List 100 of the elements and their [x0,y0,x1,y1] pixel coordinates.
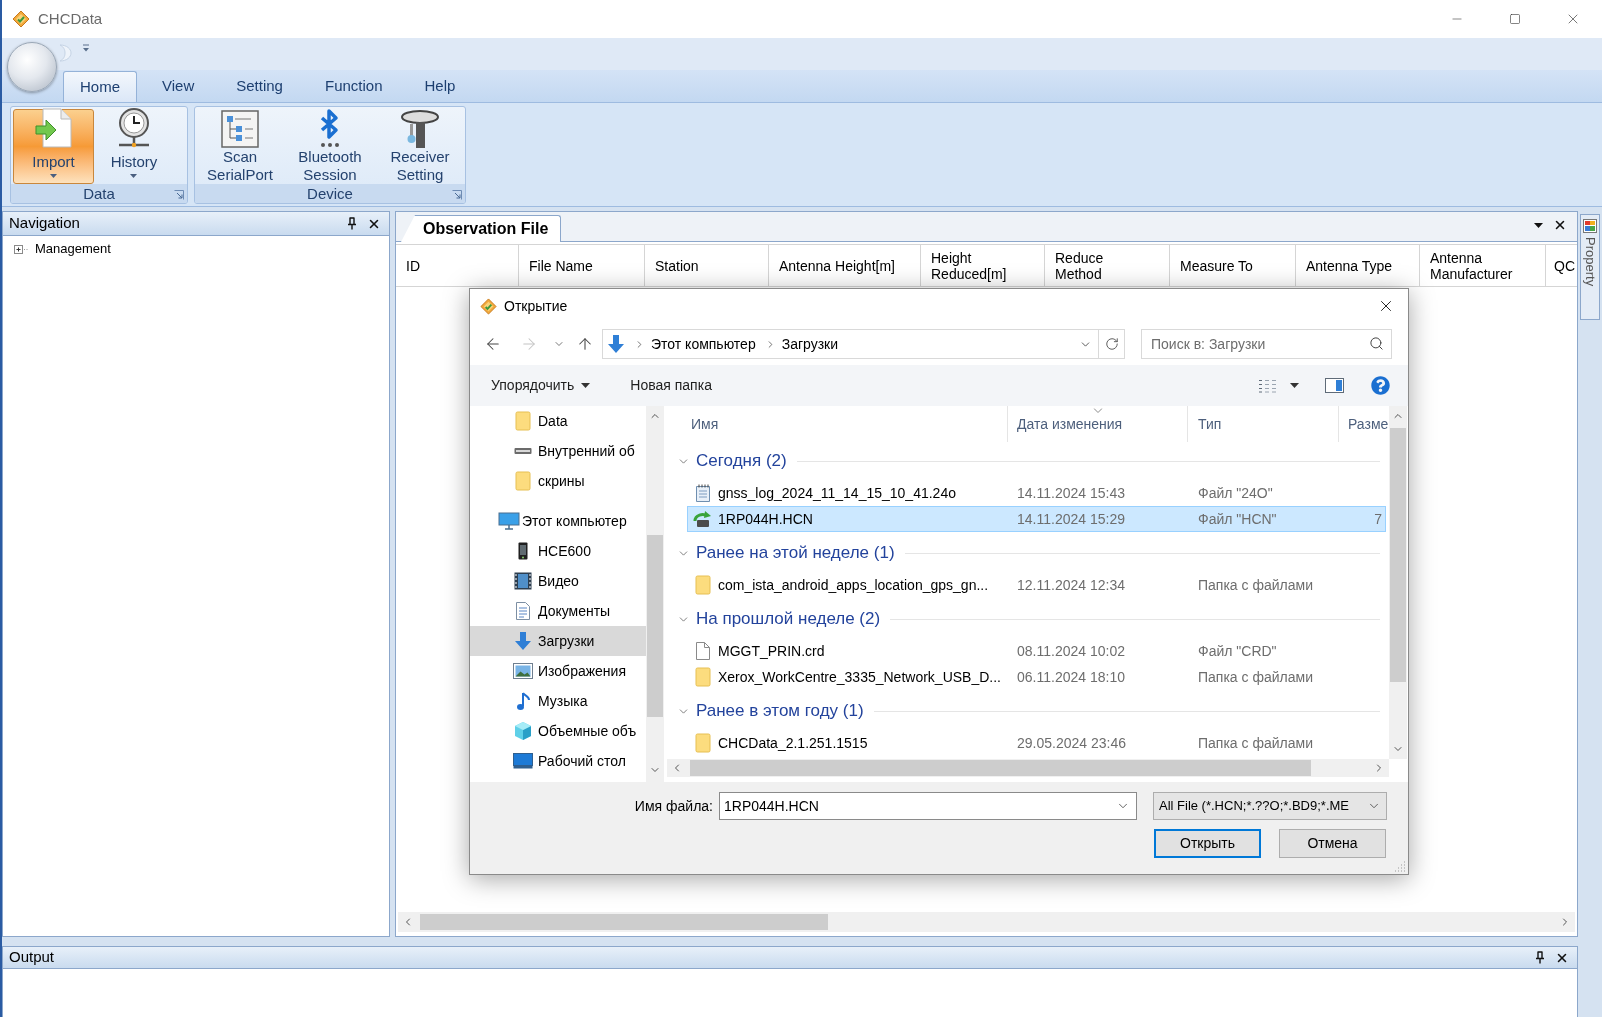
close-icon[interactable] [1553,218,1567,232]
pin-icon[interactable] [1535,951,1545,964]
file-type-dropdown[interactable]: All File (*.HCN;*.??O;*.BD9;*.ME [1153,792,1387,820]
breadcrumb-item[interactable]: Загрузки [781,333,839,355]
column-header[interactable]: Measure To [1170,245,1296,286]
ribbon-tab[interactable]: Function [307,71,400,102]
file-row[interactable]: gnss_log_2024_11_14_15_10_41.24o 14.11.2024 15:43 Файл "24O" [687,480,1386,506]
column-header[interactable]: ID [396,245,519,286]
expand-icon[interactable] [14,244,28,254]
tree-item[interactable]: Management [35,239,111,259]
navigation-item[interactable]: Видео [470,566,646,596]
phone-icon [518,542,528,560]
horizontal-scrollbar[interactable] [398,912,1575,932]
navigation-item[interactable]: Документы [470,596,646,626]
breadcrumb-item[interactable]: Этот компьютер [651,333,756,355]
resize-grip-icon[interactable] [1395,861,1406,872]
ribbon-button[interactable]: Scan SerialPort [197,109,283,184]
column-header[interactable]: File Name [519,245,645,286]
ribbon-button[interactable]: Receiver Setting [377,109,463,184]
ribbon-button[interactable]: Import [13,109,94,184]
navigation-item[interactable]: Внутренний об [470,436,646,466]
curved-arrow-icon [693,510,713,528]
property-tab[interactable]: Property [1580,214,1600,320]
file-row[interactable]: MGGT_PRIN.crd 08.11.2024 10:02 Файл "CRD" [687,638,1386,664]
column-header[interactable]: Height Reduced[m] [921,245,1045,286]
file-date: 06.11.2024 18:10 [1016,667,1126,687]
horizontal-scrollbar[interactable] [667,759,1389,777]
vertical-scrollbar[interactable] [646,406,664,782]
document-tab[interactable]: Observation File [401,215,562,242]
ribbon-button[interactable]: Bluetooth Session [287,109,373,184]
column-header[interactable]: Antenna Manufacturer [1420,245,1546,286]
column-header[interactable]: Antenna Type [1296,245,1420,286]
desktop-icon [513,753,533,769]
group-header[interactable]: На прошлой неделе (2) [677,606,881,632]
app-logo-icon [480,297,497,315]
refresh-icon[interactable] [1105,337,1119,351]
group-header[interactable]: Сегодня (2) [677,448,787,474]
navigation-item[interactable]: HCE600 [470,536,646,566]
file-row[interactable]: 1RP044H.HCN 14.11.2024 15:29 Файл "HCN" 7 [687,506,1386,532]
file-name-field[interactable]: 1RP044H.HCN [719,792,1137,820]
navigation-item[interactable]: Data [470,406,646,436]
maximize-icon [1509,13,1521,25]
navigation-item[interactable]: Объемные объ [470,716,646,746]
navigation-item[interactable]: Рабочий стол [470,746,646,776]
column-header[interactable]: Имя [667,406,1008,442]
music-note-icon [516,691,530,711]
ribbon-tab[interactable]: View [145,71,212,102]
view-menu-button[interactable] [1258,378,1299,393]
import-file-icon [34,108,73,148]
notepad-icon [695,484,711,502]
column-header[interactable]: Station [645,245,769,286]
file-row[interactable]: CHCData_2.1.251.1515 29.05.2024 23:46 Папка с файлами [687,730,1386,756]
navigation-item[interactable]: Загрузки [470,626,646,656]
new-folder-button[interactable]: Новая папка [630,375,712,396]
column-header[interactable]: Дата изменения [1008,406,1188,442]
corner-arrow-icon[interactable] [174,190,184,200]
preview-pane-icon[interactable] [1325,378,1344,393]
group-label: Data [83,184,115,203]
scrollbar-thumb[interactable] [420,914,828,930]
cube-icon [513,721,533,741]
document-icon [515,602,531,620]
address-bar[interactable]: Этот компьютер Загрузки [602,329,1125,359]
document-icon [696,642,710,660]
dialog-button[interactable]: Отмена [1279,829,1386,858]
column-header[interactable]: Reduce Method [1045,245,1170,286]
scrollbar-thumb[interactable] [690,760,1311,776]
search-field[interactable]: Поиск в: Загрузки [1141,329,1392,359]
download-arrow-icon [514,631,532,651]
pin-icon[interactable] [347,217,357,230]
ribbon-button[interactable]: History [98,109,170,184]
column-header[interactable]: QC [1546,245,1577,286]
navigation-item[interactable]: Музыка [470,686,646,716]
file-type: Папка с файлами [1197,733,1314,753]
dropdown-arrow-icon[interactable] [1534,222,1543,228]
dialog-button[interactable]: Открыть [1154,829,1261,858]
ribbon-tab[interactable]: Help [407,71,473,102]
navigation-item[interactable]: Изображения [470,656,646,686]
scrollbar-thumb[interactable] [647,535,663,717]
column-header[interactable]: Тип [1188,406,1339,442]
ribbon-tab[interactable]: Setting [219,71,300,102]
file-type: Папка с файлами [1197,667,1314,687]
column-header[interactable]: Antenna Height[m] [769,245,921,286]
navigation-item[interactable]: Этот компьютер [470,506,646,536]
group-header[interactable]: Ранее в этом году (1) [677,698,864,724]
group-header[interactable]: Ранее на этой неделе (1) [677,540,895,566]
scrollbar-thumb[interactable] [1390,428,1406,682]
file-date: 14.11.2024 15:29 [1016,509,1126,529]
organize-button[interactable]: Упорядочить [491,375,591,396]
file-row[interactable]: Xerox_WorkCentre_3335_Network_USB_D... 06.11.2024 18:10 Папка с файлами [687,664,1386,690]
file-row[interactable]: com_ista_android_apps_location_gps_gn... 12.11.2024 12:34 Папка с файлами [687,572,1386,598]
caret-icon[interactable] [82,44,90,52]
arc-icon[interactable] [58,44,72,62]
corner-arrow-icon[interactable] [452,190,462,200]
file-type: Папка с файлами [1197,575,1314,595]
download-arrow-icon [607,334,625,354]
vertical-scrollbar[interactable] [1389,406,1407,759]
navigation-item[interactable]: скрины [470,466,646,496]
ribbon-tab[interactable]: Home [63,71,137,102]
column-header[interactable]: Разме [1339,406,1389,442]
help-icon[interactable] [1371,376,1390,395]
